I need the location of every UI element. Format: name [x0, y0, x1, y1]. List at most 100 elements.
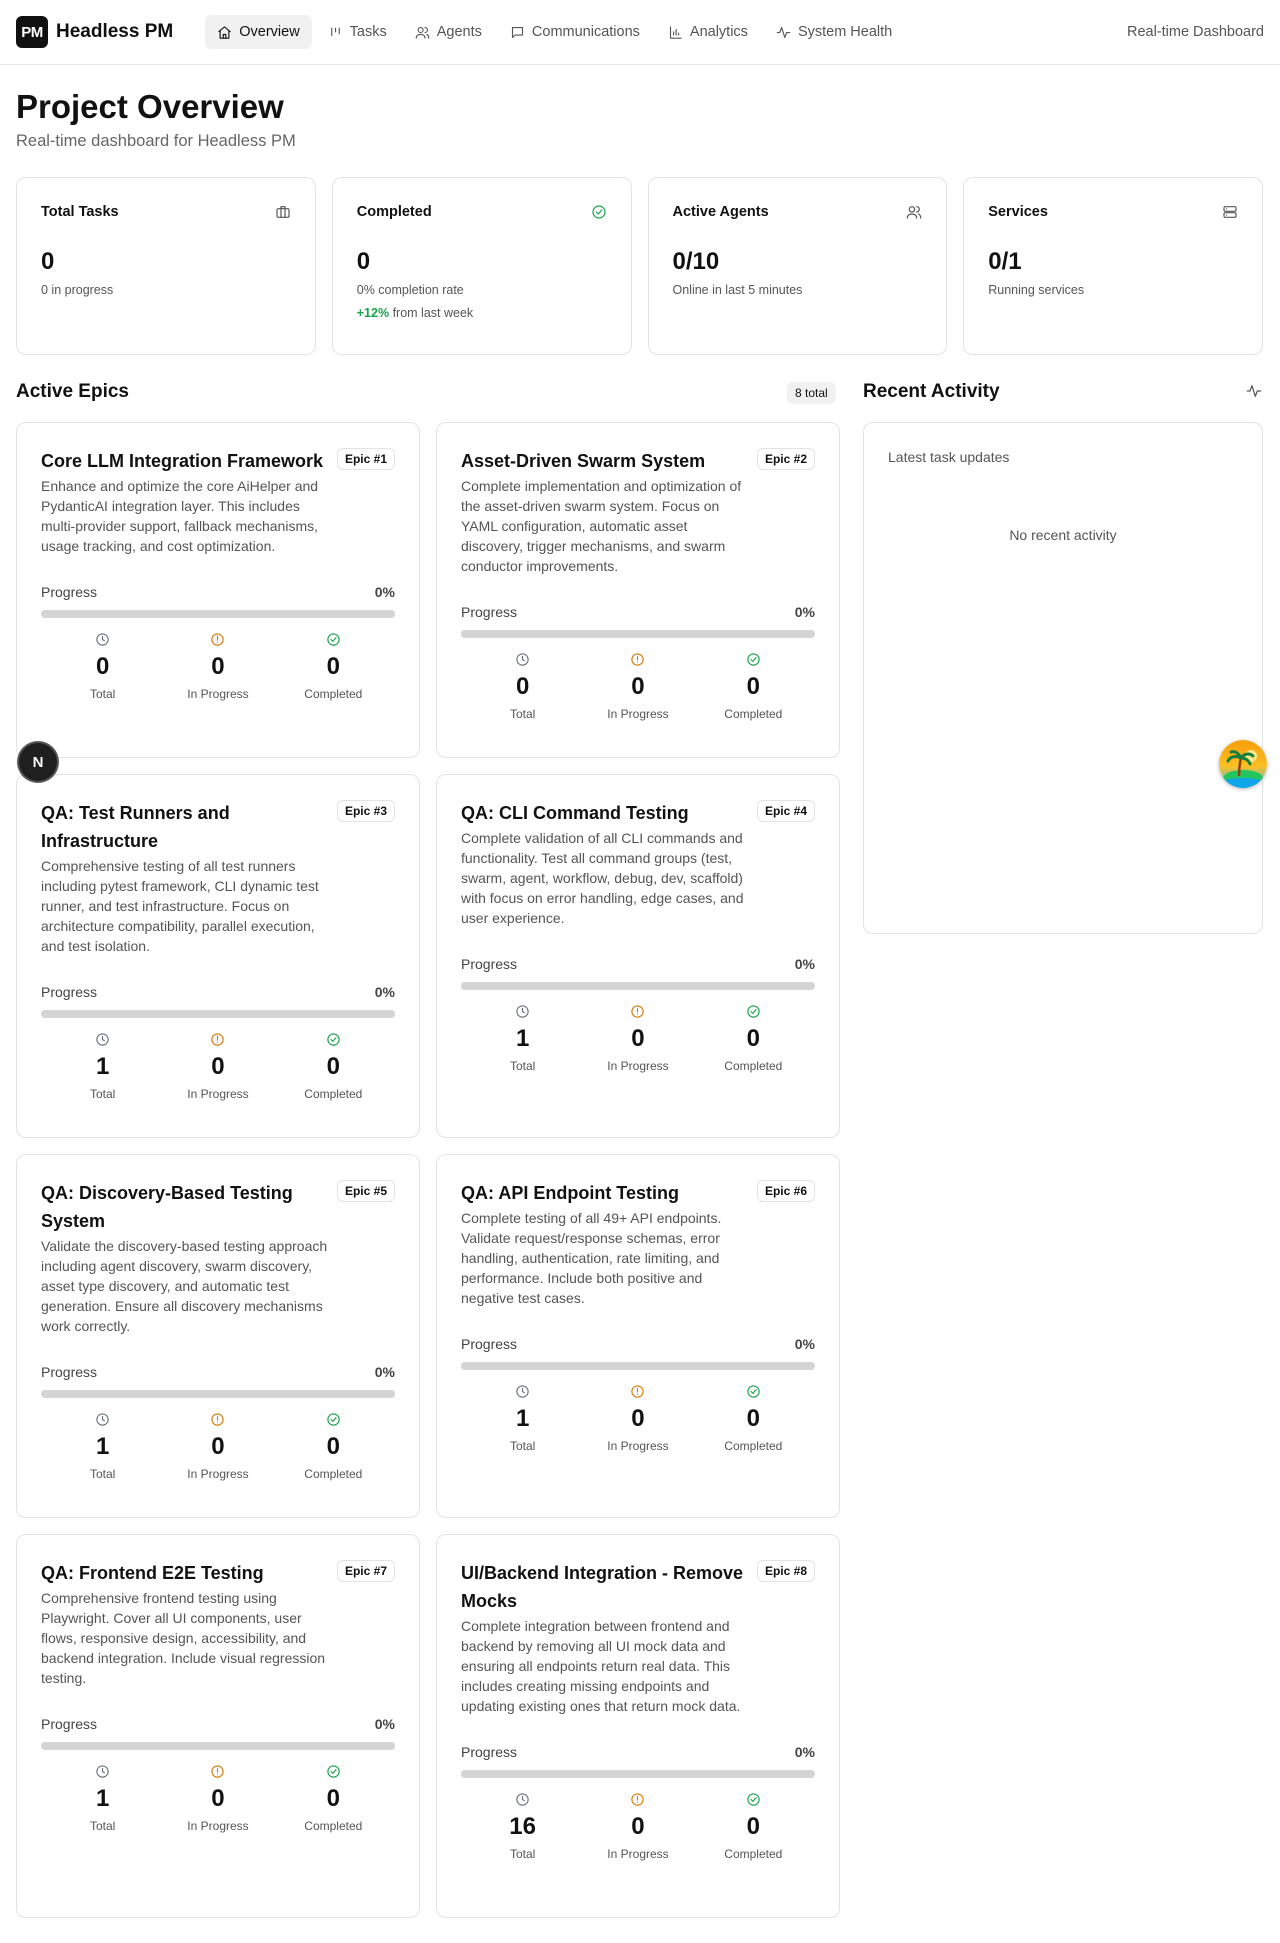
- clock-icon: [53, 1032, 153, 1047]
- nav-item-communications[interactable]: Communications: [498, 15, 652, 49]
- stat-label: Services: [988, 204, 1048, 220]
- stat-label: In Progress: [607, 1847, 669, 1861]
- nav-item-tasks[interactable]: Tasks: [316, 15, 399, 49]
- epic-number-badge: Epic #5: [336, 1180, 395, 1202]
- nav-item-analytics[interactable]: Analytics: [656, 15, 760, 49]
- stat-label: Total: [509, 1847, 536, 1861]
- stat-delta: +12% from last week: [357, 306, 607, 320]
- activity-icon: [776, 26, 791, 38]
- message-icon: [511, 26, 523, 38]
- epic-number-badge: Epic #2: [756, 448, 815, 470]
- stats-row: Total Tasks 0 0 in progress Completed 0 …: [16, 177, 1263, 355]
- stat-card-total-tasks: Total Tasks 0 0 in progress: [16, 177, 316, 355]
- stat-label: Completed: [724, 1059, 783, 1073]
- progress-bar: [41, 1742, 395, 1750]
- stat-label: Total: [89, 1087, 116, 1101]
- nav-item-label: Overview: [239, 24, 300, 40]
- epic-stat-completed: 0 Completed: [703, 1384, 803, 1453]
- stat-number: 0: [326, 1053, 340, 1080]
- dev-tools-badge[interactable]: N: [19, 743, 57, 781]
- stat-label: Total: [89, 1467, 116, 1481]
- progress-label: Progress: [41, 984, 98, 1000]
- epic-stats: 1 Total 0 In Progress 0 Completed: [461, 1004, 815, 1073]
- epic-stat-total: 16 Total: [473, 1792, 573, 1861]
- nav-item-overview[interactable]: Overview: [205, 15, 312, 49]
- activity-empty-state: No recent activity: [1009, 527, 1117, 543]
- stat-number: 0: [746, 1405, 760, 1432]
- clock-icon: [473, 1384, 573, 1399]
- stat-card-active-agents: Active Agents 0/10 Online in last 5 minu…: [647, 177, 948, 355]
- nav-item-label: Agents: [436, 24, 482, 40]
- progress-percent: 0%: [374, 984, 395, 1000]
- nav-item-agents[interactable]: Agents: [403, 15, 494, 49]
- progress-bar: [461, 982, 815, 990]
- nav-item-system-health[interactable]: System Health: [764, 15, 904, 49]
- progress-bar: [41, 610, 395, 618]
- epic-card[interactable]: Core LLM Integration Framework Epic #1 E…: [16, 422, 420, 758]
- activity-subtitle: Latest task updates: [888, 449, 1010, 465]
- server-icon: [1222, 204, 1238, 220]
- epic-card[interactable]: QA: API Endpoint Testing Epic #6 Complet…: [436, 1154, 840, 1518]
- alert-circle-icon: [588, 1384, 688, 1399]
- stat-value: 0/1: [988, 248, 1022, 275]
- progress-percent: 0%: [374, 1364, 395, 1380]
- stat-number: 1: [515, 1405, 530, 1432]
- epic-stat-completed: 0 Completed: [283, 632, 383, 701]
- progress-percent: 0%: [794, 1744, 815, 1760]
- alert-circle-icon: [168, 632, 268, 647]
- top-navigation: PM Headless PM Overview Tasks Agents Com…: [0, 0, 1280, 65]
- epic-progress-row: Progress 0%: [461, 604, 815, 620]
- epic-progress-row: Progress 0%: [41, 1716, 395, 1732]
- stat-label: Total: [509, 1439, 536, 1453]
- stat-label: Completed: [304, 1819, 363, 1833]
- epic-card[interactable]: Asset-Driven Swarm System Epic #2 Comple…: [436, 422, 840, 758]
- epic-stat-total: 0 Total: [473, 652, 573, 721]
- delta-text: from last week: [392, 306, 474, 320]
- stat-number: 0: [746, 1813, 760, 1840]
- brand-logo: PM: [16, 16, 48, 48]
- stat-label: In Progress: [607, 707, 669, 721]
- epic-stat-in-progress: 0 In Progress: [588, 652, 688, 721]
- briefcase-icon: [275, 204, 291, 220]
- epic-stat-completed: 0 Completed: [283, 1764, 383, 1833]
- progress-bar: [41, 1390, 395, 1398]
- delta-value: +12%: [356, 306, 390, 320]
- progress-label: Progress: [461, 956, 518, 972]
- stat-value: 0: [41, 248, 55, 275]
- progress-percent: 0%: [794, 956, 815, 972]
- stat-label: Completed: [304, 1467, 363, 1481]
- epic-description: Complete integration between frontend an…: [461, 1618, 741, 1714]
- epic-stat-total: 1 Total: [473, 1384, 573, 1453]
- progress-label: Progress: [461, 604, 518, 620]
- epic-title: UI/Backend Integration - Remove Mocks: [461, 1563, 744, 1611]
- home-icon: [218, 25, 231, 39]
- nav-item-label: Analytics: [689, 24, 748, 40]
- epic-title: QA: CLI Command Testing: [461, 803, 689, 823]
- epic-card[interactable]: QA: Test Runners and Infrastructure Epic…: [16, 774, 420, 1138]
- progress-percent: 0%: [794, 604, 815, 620]
- epic-card[interactable]: QA: CLI Command Testing Epic #4 Complete…: [436, 774, 840, 1138]
- check-circle-icon: [703, 1384, 803, 1399]
- brand[interactable]: PM Headless PM: [16, 16, 173, 48]
- epic-header: QA: CLI Command Testing Epic #4: [461, 799, 815, 827]
- epic-stat-in-progress: 0 In Progress: [168, 1412, 268, 1481]
- clock-icon: [53, 1412, 153, 1427]
- epic-stat-in-progress: 0 In Progress: [168, 1032, 268, 1101]
- stat-number: 0: [95, 653, 110, 680]
- epic-stat-total: 1 Total: [53, 1412, 153, 1481]
- epic-card[interactable]: QA: Discovery-Based Testing System Epic …: [16, 1154, 420, 1518]
- epic-card[interactable]: UI/Backend Integration - Remove Mocks Ep…: [436, 1534, 840, 1918]
- recent-activity-card: Latest task updates No recent activity: [863, 422, 1263, 934]
- realtime-dashboard-label: Real-time Dashboard: [1126, 24, 1264, 40]
- activity-icon: [1246, 383, 1262, 399]
- epic-card[interactable]: QA: Frontend E2E Testing Epic #7 Compreh…: [16, 1534, 420, 1918]
- epic-title: QA: API Endpoint Testing: [461, 1183, 679, 1203]
- stat-label: In Progress: [187, 1467, 249, 1481]
- epic-header: QA: Test Runners and Infrastructure Epic…: [41, 799, 395, 855]
- alert-circle-icon: [168, 1412, 268, 1427]
- stat-label: In Progress: [187, 687, 249, 701]
- assistant-avatar[interactable]: [1219, 740, 1267, 788]
- clock-icon: [473, 1004, 573, 1019]
- stat-label: Completed: [304, 687, 363, 701]
- kanban-icon: [330, 27, 340, 36]
